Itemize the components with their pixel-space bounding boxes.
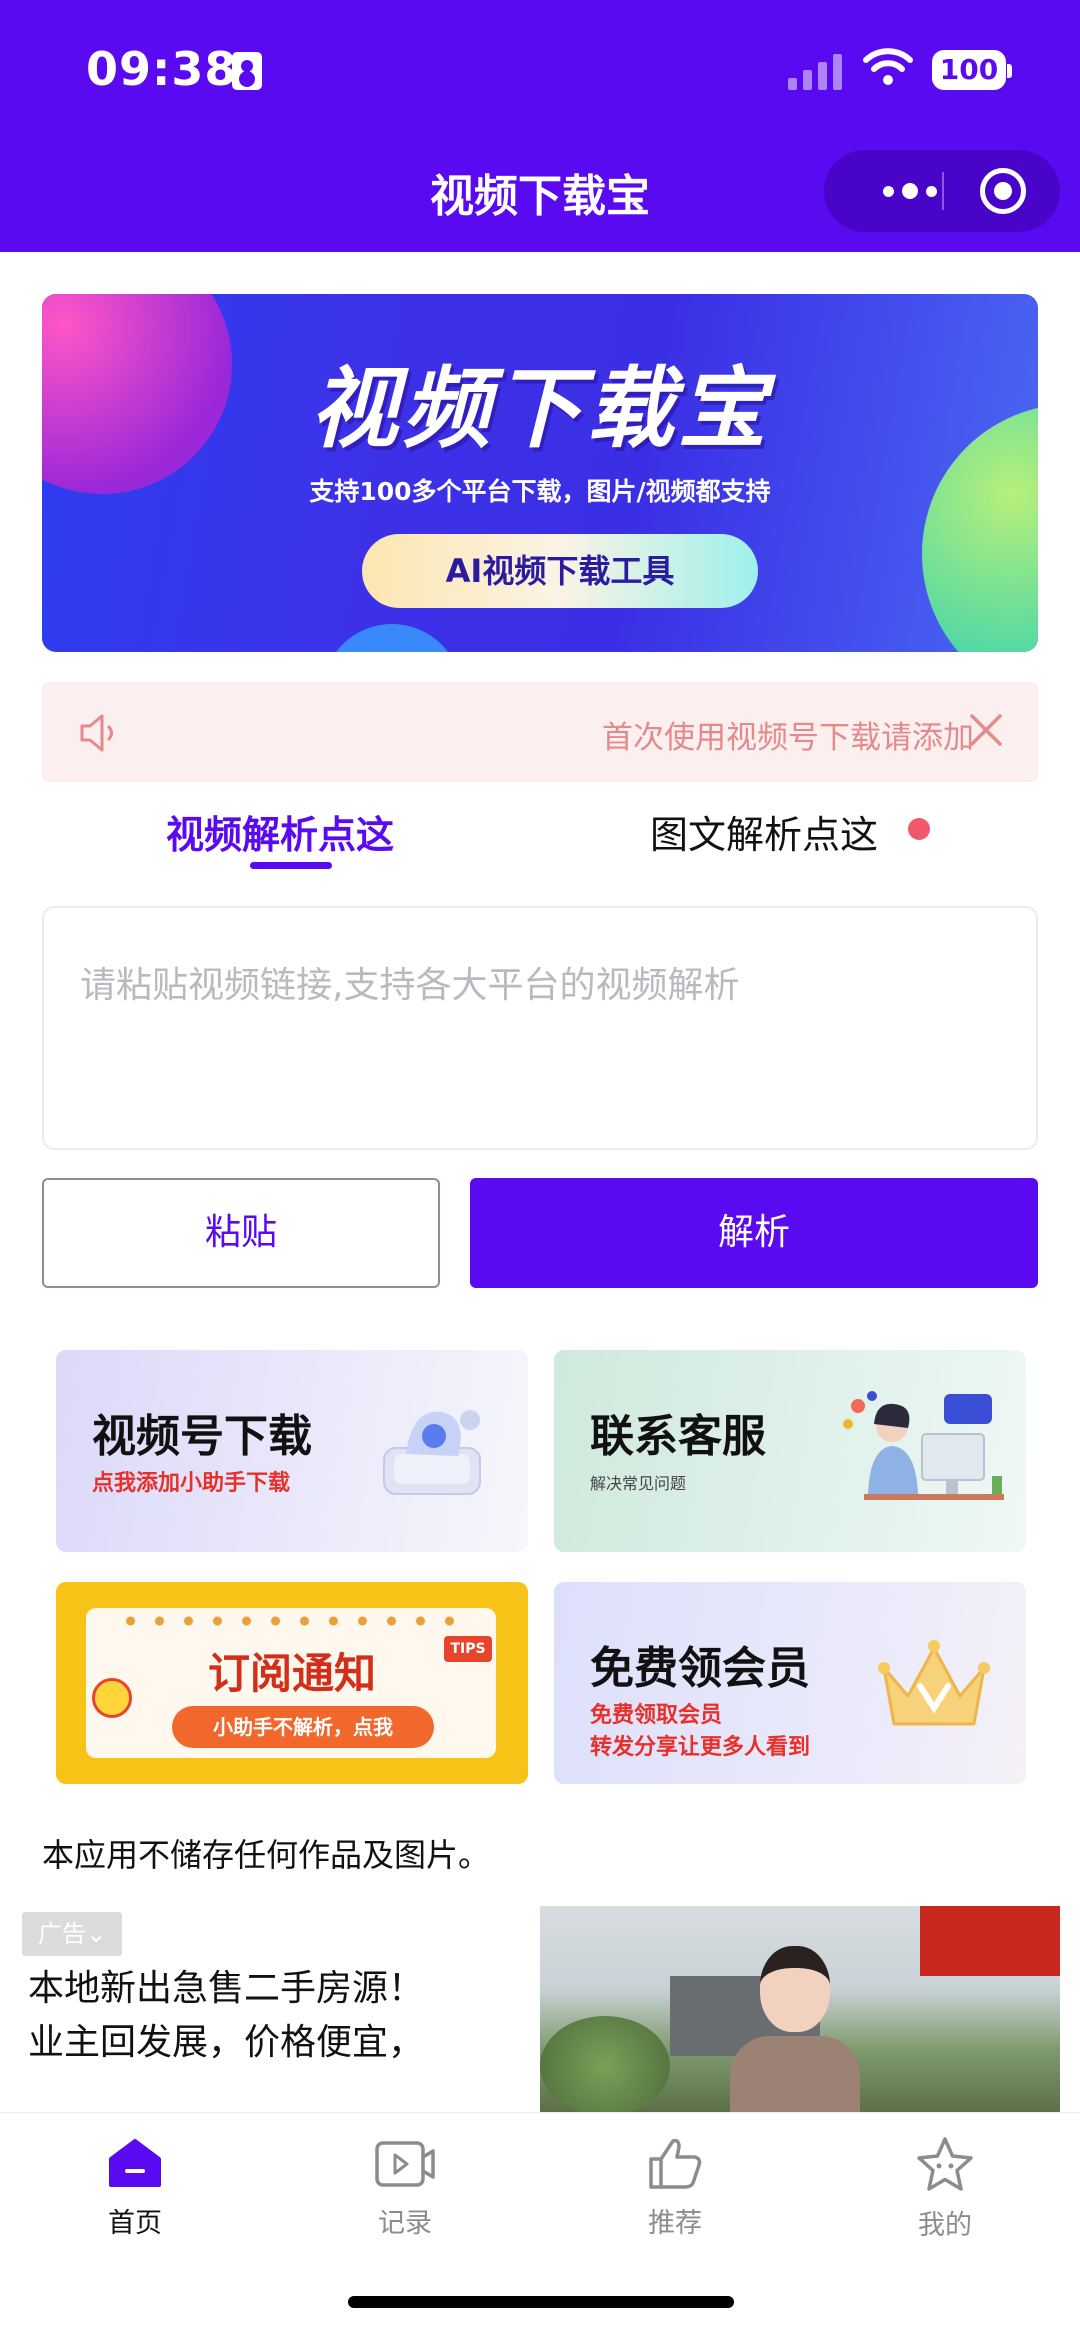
more-options-icon[interactable]: [860, 172, 960, 210]
card-free-membership[interactable]: 免费领会员 免费领取会员 转发分享让更多人看到: [554, 1582, 1026, 1784]
card-title: 视频号下载: [92, 1411, 312, 1462]
customer-service-agent-icon: [843, 1391, 1004, 1500]
home-indicator[interactable]: [348, 2296, 734, 2308]
ad-badge[interactable]: 广告⌄: [22, 1912, 122, 1956]
tab-image-parse[interactable]: 图文解析点这: [650, 804, 878, 859]
tabbar-item-recommend[interactable]: 推荐: [540, 2127, 810, 2240]
contact-card-icon: [232, 52, 262, 90]
promo-banner[interactable]: 视频下载宝 支持100多个平台下载，图片/视频都支持 AI视频下载工具: [42, 294, 1038, 652]
card-subtitle: 小助手不解析，点我: [172, 1706, 434, 1748]
tab-video-parse[interactable]: 视频解析点这: [166, 804, 394, 859]
active-tab-indicator: [250, 862, 332, 869]
card-subtitle: 解决常见问题: [590, 1474, 687, 1493]
status-time: 09:38: [86, 42, 238, 96]
notice-bar: 首次使用视频号下载请添加: [42, 682, 1038, 782]
card-subtitle-line2: 转发分享让更多人看到: [590, 1735, 811, 1760]
card-subscribe-notify[interactable]: 订阅通知 小助手不解析，点我 TIPS: [56, 1582, 528, 1784]
banner-button[interactable]: AI视频下载工具: [362, 534, 758, 608]
card-title: 免费领会员: [590, 1643, 810, 1694]
ad-line-1: 本地新出急售二手房源！: [28, 1968, 425, 2009]
crown-icon: [878, 1640, 990, 1726]
cellular-signal-icon: [788, 50, 842, 90]
ad-block[interactable]: 广告⌄ 本地新出急售二手房源！ 业主回发展，价格便宜，: [20, 1906, 1060, 2112]
paste-button[interactable]: 粘贴: [42, 1178, 440, 1288]
card-title: 联系客服: [590, 1411, 766, 1462]
parse-button[interactable]: 解析: [470, 1178, 1038, 1288]
card-subtitle: 点我添加小助手下载: [92, 1471, 291, 1496]
tabbar-label: 记录: [378, 2208, 432, 2239]
card-customer-service[interactable]: 联系客服 解决常见问题: [554, 1350, 1026, 1552]
new-badge-dot: [908, 818, 930, 840]
notice-text: 首次使用视频号下载请添加: [602, 720, 974, 756]
tabbar-item-home[interactable]: 首页: [0, 2127, 270, 2240]
wifi-icon: [863, 48, 913, 85]
tabbar-item-mine[interactable]: 我的: [810, 2127, 1080, 2242]
ad-image[interactable]: [540, 1906, 1060, 2112]
disclaimer-text: 本应用不储存任何作品及图片。: [42, 1836, 491, 1874]
star-face-icon: [917, 2137, 973, 2191]
tabbar-item-records[interactable]: 记录: [270, 2127, 540, 2240]
ad-line-2: 业主回发展，价格便宜，: [28, 2022, 425, 2063]
tips-tag: TIPS: [444, 1636, 492, 1662]
video-record-icon: [375, 2141, 435, 2187]
card-subtitle-line1: 免费领取会员: [590, 1703, 723, 1728]
card-channel-download[interactable]: 视频号下载 点我添加小助手下载: [56, 1350, 528, 1552]
tabbar-label: 推荐: [648, 2208, 702, 2239]
thumbs-up-icon: [649, 2138, 702, 2189]
banner-title: 视频下载宝: [309, 357, 770, 460]
lightbulb-icon: [92, 1678, 132, 1718]
download-device-icon: [383, 1410, 481, 1495]
close-icon[interactable]: [966, 710, 1006, 750]
miniprogram-capsule: [824, 150, 1060, 232]
home-icon: [109, 2139, 161, 2187]
battery-indicator: 100: [932, 50, 1012, 90]
close-miniprogram-icon[interactable]: [980, 168, 1026, 214]
video-link-input[interactable]: [42, 906, 1038, 1150]
banner-subtitle: 支持100多个平台下载，图片/视频都支持: [309, 477, 771, 506]
speaker-icon: [80, 714, 113, 752]
header-bar: 09:38 100 视频下载宝: [0, 0, 1080, 252]
tabbar-label: 首页: [108, 2208, 162, 2239]
tabbar-label: 我的: [918, 2210, 972, 2241]
